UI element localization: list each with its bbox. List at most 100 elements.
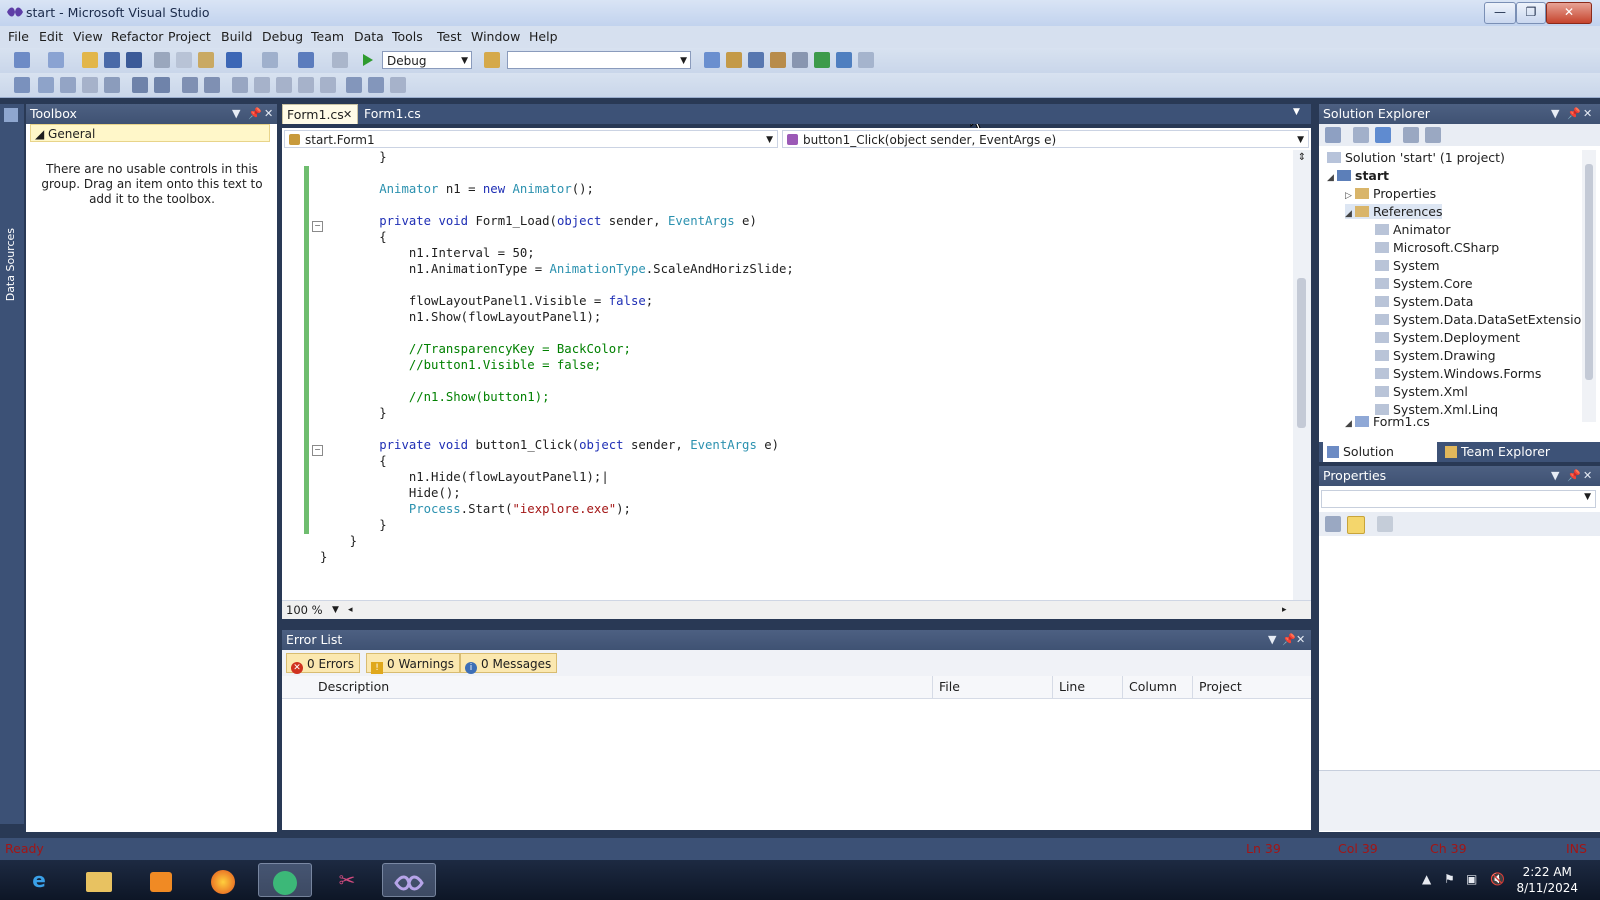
snipping-tool-icon[interactable]: ✂ bbox=[320, 863, 374, 897]
solution-configuration-select[interactable]: Debug ▼ bbox=[382, 51, 472, 69]
bookmark-folder-icon[interactable] bbox=[276, 77, 292, 93]
data-sources-strip[interactable]: Data Sources bbox=[0, 104, 24, 824]
column-column[interactable]: Column bbox=[1122, 676, 1192, 698]
property-pages-icon[interactable] bbox=[1377, 516, 1393, 532]
solution-explorer-icon[interactable] bbox=[704, 52, 720, 68]
network-icon[interactable]: ▣ bbox=[1466, 872, 1477, 886]
split-handle-icon[interactable]: ⇕ bbox=[1295, 152, 1309, 164]
display-quick-info-icon[interactable] bbox=[60, 77, 76, 93]
error-list-close-icon[interactable]: ✕ bbox=[1296, 630, 1305, 650]
tree-reference-item[interactable]: System.Xml bbox=[1375, 384, 1468, 399]
minimize-button[interactable]: — bbox=[1484, 2, 1516, 24]
cut-icon[interactable] bbox=[154, 52, 170, 68]
tree-reference-item[interactable]: System.Core bbox=[1375, 276, 1473, 291]
redo-icon[interactable] bbox=[262, 52, 278, 68]
solution-explorer-close-icon[interactable]: ✕ bbox=[1583, 104, 1592, 124]
toolbox-group-general[interactable]: ◢ General bbox=[30, 124, 270, 142]
navigate-forward-icon[interactable] bbox=[332, 52, 348, 68]
categorized-icon[interactable] bbox=[1325, 516, 1341, 532]
column-file[interactable]: File bbox=[932, 676, 1052, 698]
previous-document-bookmark-icon[interactable] bbox=[368, 77, 384, 93]
zoom-level[interactable]: 100 % bbox=[286, 601, 323, 619]
tab-list-dropdown-icon[interactable]: ▼ bbox=[1293, 107, 1300, 117]
undo-icon[interactable] bbox=[226, 52, 242, 68]
tree-reference-item[interactable]: System.Deployment bbox=[1375, 330, 1520, 345]
properties-icon[interactable] bbox=[1325, 127, 1341, 143]
tree-reference-item[interactable]: System.Data bbox=[1375, 294, 1473, 309]
tab-solution-explorer[interactable]: Solution Explorer bbox=[1323, 442, 1437, 479]
toolbox-close-icon[interactable]: ✕ bbox=[264, 104, 273, 124]
add-item-icon[interactable] bbox=[48, 52, 64, 68]
complete-word-icon[interactable] bbox=[82, 77, 98, 93]
code-editor[interactable]: − − } Animator n1 = new Animator(); priv… bbox=[282, 150, 1293, 600]
display-parameter-info-icon[interactable] bbox=[38, 77, 54, 93]
menu-build[interactable]: Build bbox=[221, 29, 252, 44]
command-window-icon[interactable] bbox=[836, 52, 852, 68]
editor-vertical-scrollbar[interactable]: ⇕ bbox=[1293, 150, 1311, 600]
tab-form1-design[interactable]: Form1.cs [Design] bbox=[360, 104, 480, 141]
find-combo[interactable]: ▼ bbox=[507, 51, 691, 69]
uncomment-icon[interactable] bbox=[154, 77, 170, 93]
menu-project[interactable]: Project bbox=[168, 29, 211, 44]
object-selector[interactable]: ▼ bbox=[1321, 490, 1596, 508]
system-clock[interactable]: 2:22 AM 8/11/2024 bbox=[1516, 864, 1578, 896]
start-page-icon[interactable] bbox=[858, 52, 874, 68]
tab-form1-cs[interactable]: Form1.cs ✕ bbox=[282, 104, 358, 124]
alphabetical-icon[interactable] bbox=[1347, 516, 1365, 534]
toolbox-dropdown-icon[interactable]: ▼ bbox=[232, 104, 240, 124]
menu-data[interactable]: Data bbox=[354, 29, 384, 44]
menu-view[interactable]: View bbox=[73, 29, 103, 44]
column-line[interactable]: Line bbox=[1052, 676, 1122, 698]
column-project[interactable]: Project bbox=[1192, 676, 1311, 698]
menu-test[interactable]: Test bbox=[437, 29, 462, 44]
show-all-files-icon[interactable] bbox=[1353, 127, 1369, 143]
member-selector[interactable]: button1_Click(object sender, EventArgs e… bbox=[782, 130, 1309, 148]
solution-explorer-pin-icon[interactable]: 📌 bbox=[1567, 104, 1581, 124]
tree-reference-item[interactable]: System.Windows.Forms bbox=[1375, 366, 1541, 381]
warnings-filter-button[interactable]: ! 0 Warnings bbox=[366, 653, 461, 674]
solution-explorer-scrollbar[interactable] bbox=[1582, 150, 1596, 422]
tools-icon[interactable] bbox=[792, 52, 808, 68]
tree-reference-item[interactable]: System bbox=[1375, 258, 1440, 273]
scroll-left-icon[interactable]: ◂ bbox=[348, 601, 353, 619]
volume-muted-icon[interactable]: 🔇 bbox=[1490, 872, 1505, 886]
paste-icon[interactable] bbox=[198, 52, 214, 68]
scroll-right-icon[interactable]: ▸ bbox=[1282, 601, 1287, 619]
flag-icon[interactable]: ⚑ bbox=[1444, 872, 1455, 886]
previous-bookmark-folder-icon[interactable] bbox=[320, 77, 336, 93]
properties-window-icon[interactable] bbox=[726, 52, 742, 68]
menu-edit[interactable]: Edit bbox=[39, 29, 63, 44]
vpn-app-icon[interactable] bbox=[258, 863, 312, 897]
tab-team-explorer[interactable]: Team Explorer bbox=[1441, 442, 1561, 462]
error-list-pin-icon[interactable]: 📌 bbox=[1282, 630, 1296, 650]
view-code-icon[interactable] bbox=[1403, 127, 1419, 143]
tree-properties[interactable]: ▷ Properties bbox=[1345, 186, 1436, 201]
restore-button[interactable]: ❐ bbox=[1516, 2, 1546, 24]
error-list-dropdown-icon[interactable]: ▼ bbox=[1268, 630, 1276, 650]
column-description[interactable]: Description bbox=[312, 676, 932, 698]
menu-team[interactable]: Team bbox=[311, 29, 344, 44]
tree-solution[interactable]: Solution 'start' (1 project) bbox=[1327, 150, 1505, 165]
tab-close-icon[interactable]: ✕ bbox=[343, 105, 352, 125]
next-bookmark-folder-icon[interactable] bbox=[298, 77, 314, 93]
clear-bookmarks-icon[interactable] bbox=[254, 77, 270, 93]
save-all-icon[interactable] bbox=[126, 52, 142, 68]
decrease-indent-icon[interactable] bbox=[104, 77, 120, 93]
tree-reference-item[interactable]: Animator bbox=[1375, 222, 1450, 237]
errors-filter-button[interactable]: ✕ 0 Errors bbox=[286, 653, 360, 674]
properties-dropdown-icon[interactable]: ▼ bbox=[1551, 466, 1559, 486]
refresh-icon[interactable] bbox=[1375, 127, 1391, 143]
solution-explorer-dropdown-icon[interactable]: ▼ bbox=[1551, 104, 1559, 124]
copy-icon[interactable] bbox=[176, 52, 192, 68]
menu-tools[interactable]: Tools bbox=[392, 29, 423, 44]
menu-window[interactable]: Window bbox=[471, 29, 520, 44]
properties-pin-icon[interactable]: 📌 bbox=[1567, 466, 1581, 486]
tree-reference-item[interactable]: System.Data.DataSetExtensions bbox=[1375, 312, 1596, 327]
scrollbar-thumb[interactable] bbox=[1585, 164, 1593, 380]
zoom-dropdown-icon[interactable]: ▼ bbox=[332, 601, 339, 619]
view-designer-icon[interactable] bbox=[1425, 127, 1441, 143]
media-player-icon[interactable] bbox=[134, 863, 188, 897]
find-in-files-icon[interactable] bbox=[484, 52, 500, 68]
visual-studio-taskbar-icon[interactable] bbox=[382, 863, 436, 897]
close-button[interactable]: ✕ bbox=[1546, 2, 1592, 24]
